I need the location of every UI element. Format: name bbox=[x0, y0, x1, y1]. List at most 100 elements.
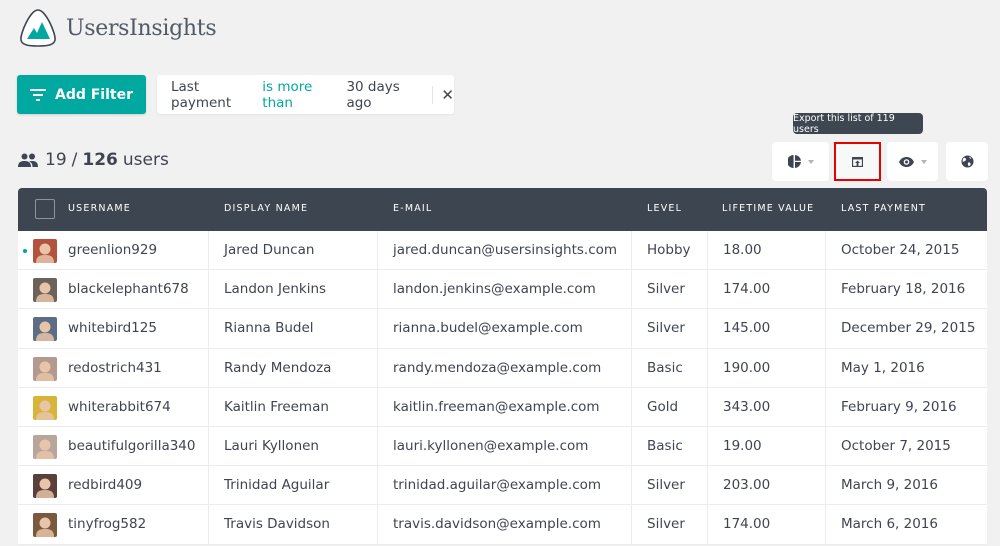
table-row[interactable]: whiterabbit674 Kaitlin Freeman kaitlin.f… bbox=[18, 387, 987, 427]
avatar bbox=[33, 434, 57, 459]
email-cell: trinidad.aguilar@example.com bbox=[377, 466, 631, 505]
column-header-lifetime-value[interactable]: LIFETIME VALUE bbox=[722, 203, 814, 214]
username[interactable]: blackelephant678 bbox=[68, 270, 189, 308]
lifetime-value-cell: 174.00 bbox=[707, 270, 825, 309]
filter-value[interactable]: 30 days ago bbox=[346, 79, 424, 111]
column-header-display-name[interactable]: DISPLAY NAME bbox=[224, 203, 308, 214]
user-avatar-icon bbox=[33, 513, 57, 538]
user-avatar-icon bbox=[33, 239, 57, 263]
display-name-cell: Trinidad Aguilar bbox=[208, 466, 377, 505]
lifetime-value-cell: 203.00 bbox=[707, 466, 825, 505]
globe-icon bbox=[960, 155, 974, 168]
users-icon bbox=[18, 153, 38, 167]
username-cell[interactable]: redbird409 bbox=[18, 466, 208, 504]
last-payment-cell: February 9, 2016 bbox=[825, 387, 987, 426]
add-filter-label: Add Filter bbox=[54, 86, 133, 103]
email-cell: lauri.kyllonen@example.com bbox=[377, 426, 631, 466]
user-avatar-icon bbox=[33, 474, 57, 499]
lifetime-value-cell: 190.00 bbox=[707, 348, 825, 387]
lifetime-value-cell: 18.00 bbox=[707, 231, 825, 270]
last-payment-cell: October 7, 2015 bbox=[825, 426, 987, 466]
users-table: USERNAME DISPLAY NAME E-MAIL LEVEL LIFET… bbox=[18, 188, 987, 545]
avatar bbox=[33, 278, 57, 303]
filter-divider bbox=[432, 85, 434, 104]
username[interactable]: whitebird125 bbox=[68, 309, 157, 347]
remove-filter-icon[interactable]: ✕ bbox=[441, 86, 454, 104]
table-row[interactable]: beautifulgorilla340 Lauri Kyllonen lauri… bbox=[18, 426, 987, 467]
lifetime-value-cell: 174.00 bbox=[707, 505, 825, 544]
last-payment-cell: March 9, 2016 bbox=[825, 466, 987, 505]
avatar bbox=[33, 356, 57, 381]
user-avatar-icon bbox=[33, 395, 57, 420]
add-filter-button[interactable]: Add Filter bbox=[17, 75, 146, 114]
display-name-cell: Randy Mendoza bbox=[208, 348, 377, 387]
count-separator: / bbox=[71, 150, 78, 170]
username-cell[interactable]: tinyfrog582 bbox=[18, 505, 208, 543]
column-header-last-payment[interactable]: LAST PAYMENT bbox=[841, 203, 926, 214]
column-header-level[interactable]: LEVEL bbox=[647, 203, 682, 214]
display-name-cell: Lauri Kyllonen bbox=[208, 426, 377, 466]
user-avatar-icon bbox=[33, 356, 57, 381]
level-cell: Silver bbox=[631, 505, 707, 544]
segment-chart-icon bbox=[787, 155, 801, 168]
user-count: 19 / 126 users bbox=[18, 150, 169, 170]
username[interactable]: tinyfrog582 bbox=[68, 505, 146, 543]
level-cell: Silver bbox=[631, 270, 707, 309]
table-row[interactable]: tinyfrog582 Travis Davidson travis.david… bbox=[18, 505, 987, 545]
username[interactable]: greenlion929 bbox=[68, 231, 157, 269]
chevron-down-icon bbox=[807, 159, 814, 164]
display-name-cell: Jared Duncan bbox=[208, 231, 377, 270]
email-cell: jared.duncan@usersinsights.com bbox=[377, 231, 631, 270]
username-cell[interactable]: greenlion929 bbox=[18, 231, 208, 269]
map-view-button[interactable] bbox=[946, 142, 988, 181]
column-header-username[interactable]: USERNAME bbox=[68, 203, 131, 214]
username[interactable]: whiterabbit674 bbox=[68, 388, 171, 426]
username[interactable]: redostrich431 bbox=[68, 349, 162, 387]
online-indicator bbox=[23, 249, 27, 253]
display-name-cell: Travis Davidson bbox=[208, 505, 377, 544]
select-all-checkbox[interactable] bbox=[35, 199, 55, 219]
column-header-email[interactable]: E-MAIL bbox=[393, 203, 432, 214]
username-cell[interactable]: beautifulgorilla340 bbox=[18, 427, 208, 465]
last-payment-cell: February 18, 2016 bbox=[825, 270, 987, 309]
export-icon bbox=[852, 156, 863, 167]
table-body: greenlion929 Jared Duncan jared.duncan@u… bbox=[18, 231, 987, 545]
table-row[interactable]: redostrich431 Randy Mendoza randy.mendoz… bbox=[18, 348, 987, 388]
eye-icon bbox=[898, 156, 914, 167]
lifetime-value-cell: 145.00 bbox=[707, 309, 825, 348]
email-cell: landon.jenkins@example.com bbox=[377, 270, 631, 309]
display-name-cell: Kaitlin Freeman bbox=[208, 387, 377, 426]
user-avatar-icon bbox=[33, 278, 57, 303]
columns-visibility-button[interactable] bbox=[887, 142, 938, 181]
email-cell: kaitlin.freeman@example.com bbox=[377, 387, 631, 426]
active-filter[interactable]: Last payment is more than 30 days ago ✕ bbox=[157, 75, 454, 114]
table-row[interactable]: whitebird125 Rianna Budel rianna.budel@e… bbox=[18, 309, 987, 349]
table-row[interactable]: redbird409 Trinidad Aguilar trinidad.agu… bbox=[18, 466, 987, 506]
email-cell: rianna.budel@example.com bbox=[377, 309, 631, 348]
table-row[interactable]: greenlion929 Jared Duncan jared.duncan@u… bbox=[18, 231, 987, 271]
username[interactable]: beautifulgorilla340 bbox=[68, 427, 195, 465]
username[interactable]: redbird409 bbox=[68, 466, 142, 504]
username-cell[interactable]: whitebird125 bbox=[18, 309, 208, 347]
table-row[interactable]: blackelephant678 Landon Jenkins landon.j… bbox=[18, 270, 987, 310]
username-cell[interactable]: redostrich431 bbox=[18, 349, 208, 387]
shown-count: 19 bbox=[45, 150, 67, 170]
level-cell: Hobby bbox=[631, 231, 707, 270]
user-avatar-icon bbox=[33, 434, 57, 459]
last-payment-cell: October 24, 2015 bbox=[825, 231, 987, 270]
export-button[interactable] bbox=[834, 142, 881, 181]
level-cell: Gold bbox=[631, 387, 707, 426]
app-logo[interactable]: UsersInsights bbox=[18, 8, 217, 48]
username-cell[interactable]: blackelephant678 bbox=[18, 270, 208, 308]
chevron-down-icon bbox=[920, 159, 927, 164]
filter-operator[interactable]: is more than bbox=[262, 79, 342, 111]
email-cell: randy.mendoza@example.com bbox=[377, 348, 631, 387]
email-cell: travis.davidson@example.com bbox=[377, 505, 631, 544]
segments-button[interactable] bbox=[772, 142, 829, 181]
lifetime-value-cell: 343.00 bbox=[707, 387, 825, 426]
username-cell[interactable]: whiterabbit674 bbox=[18, 388, 208, 426]
total-count: 126 bbox=[82, 150, 118, 170]
level-cell: Silver bbox=[631, 466, 707, 505]
filter-icon bbox=[29, 88, 46, 101]
avatar bbox=[33, 239, 57, 263]
